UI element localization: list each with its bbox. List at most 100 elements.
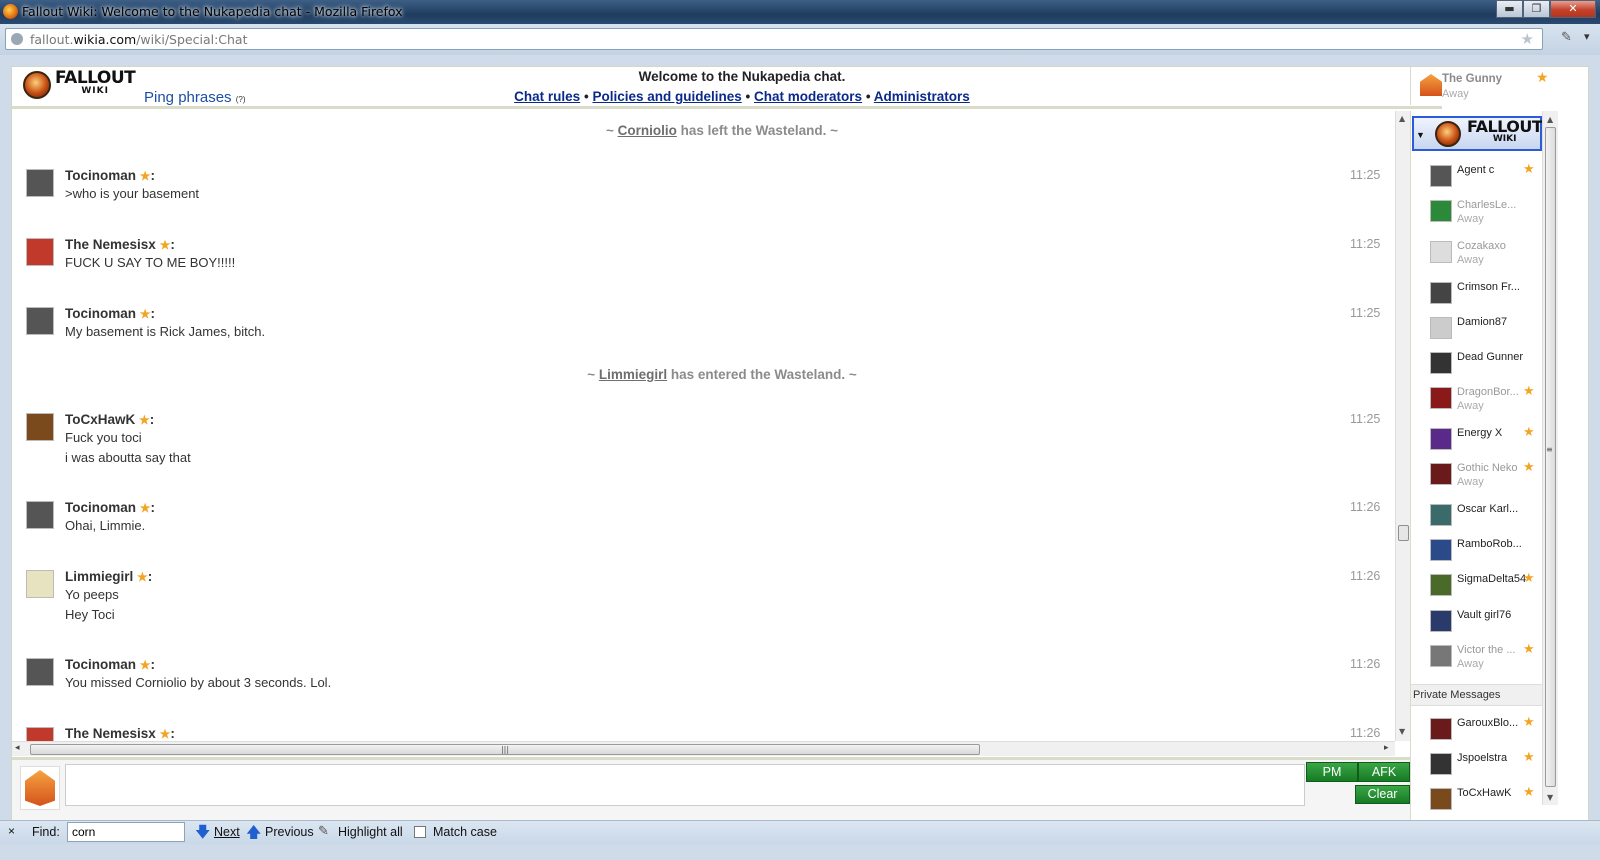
message-username[interactable]: ToCxHawK ★: (65, 412, 154, 427)
logo-word-fallout: FALLOUT (55, 68, 136, 88)
self-user-box[interactable]: The Gunny Away ★ (1410, 67, 1558, 105)
message-text: Fuck you toci (65, 430, 142, 445)
message-input-area: PM AFK Clear (12, 757, 1410, 821)
match-case-label[interactable]: Match case (433, 825, 497, 839)
moderator-star-icon: ★ (139, 169, 151, 183)
chat-scroll-thumb[interactable] (1398, 525, 1409, 541)
user-list-item[interactable]: Dead Gunner (1411, 345, 1542, 381)
message-avatar[interactable] (26, 501, 54, 529)
message-avatar[interactable] (26, 727, 54, 741)
chat-moderators-link[interactable]: Chat moderators (754, 89, 862, 104)
user-list-item[interactable]: Crimson Fr... (1411, 275, 1542, 311)
bookmark-star-icon[interactable]: ★ (1521, 30, 1534, 48)
user-list-item[interactable]: Energy X ★ (1411, 421, 1542, 457)
message-username[interactable]: Tocinoman ★: (65, 500, 155, 515)
message-timestamp: 11:25 (1350, 168, 1381, 182)
user-list-item[interactable]: Damion87 (1411, 310, 1542, 346)
addon-icon[interactable]: ✎ (1561, 30, 1572, 45)
chat-rules-link[interactable]: Chat rules (514, 89, 580, 104)
message-input[interactable] (65, 764, 1305, 806)
message-avatar[interactable] (26, 413, 54, 441)
administrators-link[interactable]: Administrators (874, 89, 970, 104)
horizontal-scroll-thumb[interactable]: ||| (30, 744, 980, 755)
scroll-left-arrow-icon[interactable]: ◂ (15, 743, 20, 753)
afk-button[interactable]: AFK (1358, 762, 1410, 782)
url-text: fallout.wikia.com/wiki/Special:Chat (30, 32, 248, 47)
close-find-bar-icon[interactable]: × (8, 824, 15, 838)
match-case-checkbox[interactable] (414, 826, 426, 838)
collapse-caret-icon[interactable]: ▼ (1416, 130, 1425, 140)
chat-header: FALLOUT WIKI Ping phrases (?) Welcome to… (12, 67, 1549, 109)
chat-welcome-title: Welcome to the Nukapedia chat. (638, 69, 846, 84)
scroll-up-arrow-icon[interactable]: ▲ (1547, 115, 1553, 124)
message-timestamp: 11:25 (1350, 412, 1381, 426)
policies-link[interactable]: Policies and guidelines (592, 89, 741, 104)
clear-button[interactable]: Clear (1355, 785, 1410, 804)
user-list-scrollbar[interactable]: ▲ ≡ ▼ (1542, 111, 1558, 805)
pm-button[interactable]: PM (1306, 762, 1358, 782)
message-username[interactable]: Tocinoman ★: (65, 657, 155, 672)
message-avatar[interactable] (26, 169, 54, 197)
address-bar[interactable]: fallout.wikia.com/wiki/Special:Chat ★ (5, 28, 1543, 50)
close-window-button[interactable]: ✕ (1550, 0, 1596, 18)
message-avatar[interactable] (26, 307, 54, 335)
message-avatar[interactable] (26, 658, 54, 686)
user-avatar (1430, 317, 1452, 339)
user-list-item[interactable]: Agent c ★ (1411, 158, 1542, 194)
chat-message: The Nemesisx ★: 11:25 FUCK U SAY TO ME BOY… (12, 237, 1395, 298)
message-avatar[interactable] (26, 570, 54, 598)
user-list-item[interactable]: DragonBor... Away ★ (1411, 380, 1542, 416)
ping-help-icon[interactable]: (?) (236, 95, 246, 104)
private-message-item[interactable]: ToCxHawK ★ (1411, 781, 1542, 817)
highlighter-icon[interactable]: ✎ (318, 823, 329, 839)
find-input[interactable] (67, 822, 185, 842)
minimize-button[interactable]: ▬ (1496, 0, 1523, 18)
alert-prefix: ~ (605, 123, 618, 138)
find-previous-button[interactable]: Previous (265, 825, 314, 839)
message-username[interactable]: The Nemesisx ★: (65, 726, 175, 741)
user-list-item[interactable]: Gothic Neko Away ★ (1411, 456, 1542, 492)
user-list-item[interactable]: Victor the ... Away ★ (1411, 638, 1542, 674)
site-identity-icon[interactable] (11, 33, 23, 45)
link-separator: • (583, 89, 589, 104)
chat-vertical-scrollbar[interactable]: ▲ ▼ (1395, 111, 1410, 741)
fallout-badge-icon (23, 71, 51, 99)
fallout-wiki-logo[interactable]: FALLOUT WIKI (23, 68, 136, 99)
scroll-down-arrow-icon[interactable]: ▼ (1399, 727, 1405, 736)
message-username[interactable]: Tocinoman ★: (65, 168, 155, 183)
private-message-item[interactable]: GarouxBlo... ★ (1411, 711, 1542, 747)
self-user-status: Away (1442, 88, 1469, 100)
wiki-room-header[interactable]: ▼ FALLOUT WIKI (1412, 116, 1542, 151)
user-avatar (1430, 200, 1452, 222)
message-username[interactable]: Tocinoman ★: (65, 306, 155, 321)
find-next-button[interactable]: Next (214, 825, 240, 839)
message-username[interactable]: Limmiegirl ★: (65, 569, 152, 584)
user-list-scroll-thumb[interactable] (1545, 127, 1556, 787)
chat-log[interactable]: ~ Corniolio has left the Wasteland. ~ Toc… (12, 111, 1395, 741)
user-name: Gothic Neko (1457, 462, 1518, 474)
inline-alert: ~ Corniolio has left the Wasteland. ~ (12, 123, 1395, 138)
message-avatar[interactable] (26, 238, 54, 266)
user-list-item[interactable]: Cozakaxo Away (1411, 234, 1542, 270)
user-list-item[interactable]: RamboRob... (1411, 532, 1542, 568)
alert-user-link[interactable]: Limmiegirl (599, 367, 667, 382)
user-list-item[interactable]: Oscar Karl... (1411, 497, 1542, 533)
alert-user-link[interactable]: Corniolio (618, 123, 677, 138)
scroll-up-arrow-icon[interactable]: ▲ (1399, 114, 1405, 123)
moderator-star-icon: ★ (139, 501, 151, 515)
link-separator: • (865, 89, 871, 104)
scroll-down-arrow-icon[interactable]: ▼ (1547, 793, 1553, 802)
user-list-item[interactable]: SigmaDelta54 ★ (1411, 567, 1542, 603)
private-message-item[interactable]: Jspoelstra ★ (1411, 746, 1542, 782)
menu-dropdown-icon[interactable]: ▾ (1584, 30, 1590, 43)
maximize-button[interactable]: ❐ (1523, 0, 1550, 18)
scroll-right-arrow-icon[interactable]: ▸ (1384, 743, 1389, 753)
ping-phrases-link[interactable]: Ping phrases (?) (144, 89, 246, 106)
username-text: The Nemesisx (65, 726, 156, 741)
highlight-all-button[interactable]: Highlight all (338, 825, 403, 839)
message-username[interactable]: The Nemesisx ★: (65, 237, 175, 252)
user-list-item[interactable]: Vault girl76 (1411, 603, 1542, 639)
user-list-item[interactable]: CharlesLe... Away (1411, 193, 1542, 229)
chat-horizontal-scrollbar[interactable]: ◂ ||| ▸ (12, 741, 1395, 756)
username-text: Tocinoman (65, 500, 137, 515)
